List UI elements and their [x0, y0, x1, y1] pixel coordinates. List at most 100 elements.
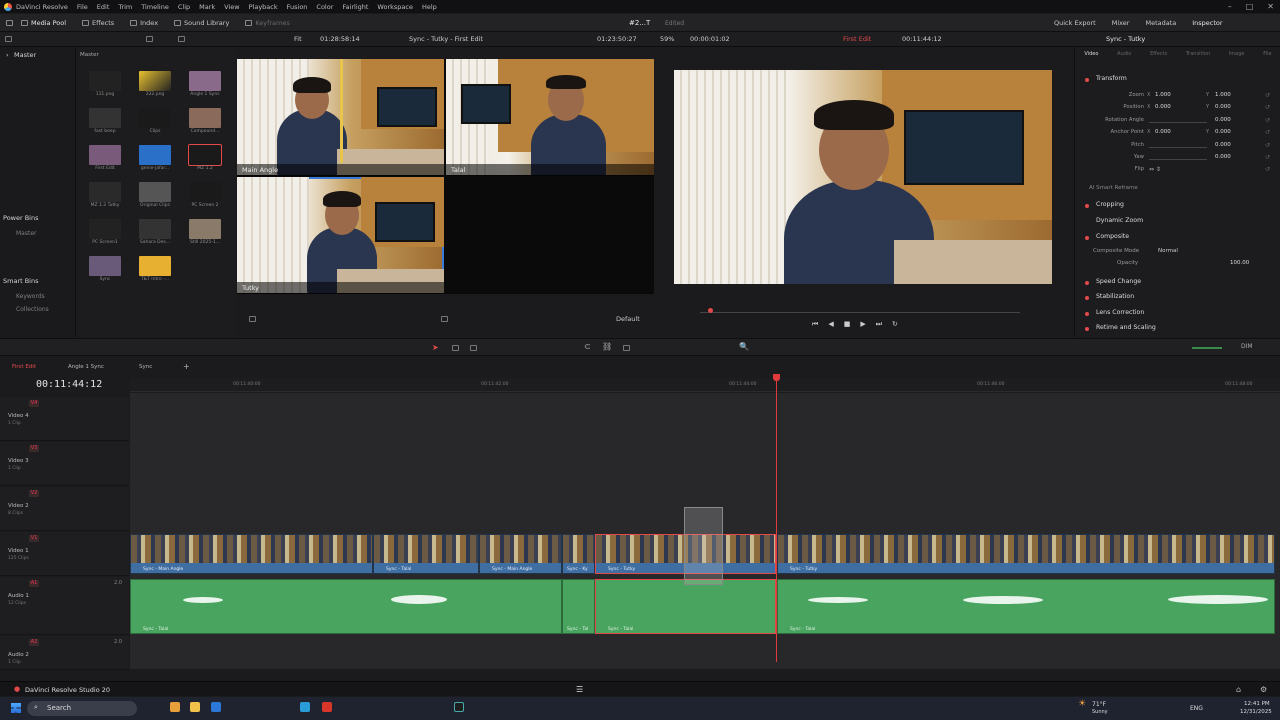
smart-bin-keywords[interactable]: Keywords: [16, 293, 45, 300]
store-icon[interactable]: [211, 702, 221, 712]
menu-fairlight[interactable]: Fairlight: [342, 3, 368, 11]
clock-date[interactable]: 12/31/2025: [1240, 709, 1272, 715]
reset-icon[interactable]: ↺: [1265, 117, 1270, 124]
go-to-end-icon[interactable]: ⏭: [876, 320, 882, 329]
pool-clip-thumbnail[interactable]: [89, 71, 121, 91]
section-enable-icon[interactable]: [1085, 204, 1089, 208]
inspector-section[interactable]: Speed Change: [1075, 278, 1280, 290]
inspector-tab-image[interactable]: Image: [1229, 51, 1245, 71]
effects-button[interactable]: Effects: [74, 14, 122, 32]
quick-export-button[interactable]: Quick Export: [1046, 14, 1104, 32]
section-enable-icon[interactable]: [1085, 312, 1089, 316]
reset-icon[interactable]: ↺: [1265, 166, 1270, 173]
grid-view-icon[interactable]: [146, 36, 153, 42]
fit-dropdown[interactable]: Fit: [294, 35, 302, 43]
menu-playback[interactable]: Playback: [249, 3, 278, 11]
inspector-tab-video[interactable]: Video: [1084, 51, 1098, 71]
y-value-field[interactable]: 0.000: [1215, 104, 1231, 110]
video-clip[interactable]: Sync - Main Angle: [130, 534, 373, 574]
video-clip[interactable]: Sync - Tutky: [777, 534, 1275, 574]
pool-clip-thumbnail[interactable]: [139, 71, 171, 91]
track-header-v1[interactable]: V1 Video 1 125 Clips: [0, 532, 129, 576]
x-value-field[interactable]: 0.000: [1155, 104, 1171, 110]
sound-library-button[interactable]: Sound Library: [166, 14, 237, 32]
weather-temp[interactable]: 71°F: [1092, 701, 1106, 708]
step-back-icon[interactable]: ◀: [828, 320, 833, 329]
value-field[interactable]: 0.000: [1215, 117, 1231, 123]
pool-clip-thumbnail[interactable]: [89, 182, 121, 202]
davinci-resolve-taskbar-icon[interactable]: [454, 702, 464, 712]
clock-time[interactable]: 12:41 PM: [1244, 701, 1270, 707]
viewer-options-icon[interactable]: [249, 316, 256, 322]
inspector-section[interactable]: Composite: [1075, 233, 1280, 245]
scrubber-playhead[interactable]: [708, 308, 713, 313]
chrome-icon[interactable]: [170, 702, 180, 712]
blade-tool-icon[interactable]: [470, 345, 477, 351]
inspector-tab-effects[interactable]: Effects: [1150, 51, 1167, 71]
menu-file[interactable]: File: [77, 3, 88, 11]
reset-icon[interactable]: ↺: [1265, 142, 1270, 149]
list-view-icon[interactable]: [5, 36, 12, 42]
track-header-v4[interactable]: V4 Video 4 1 Clip: [0, 397, 129, 441]
pool-clip-thumbnail[interactable]: [89, 145, 121, 165]
tab-first-edit[interactable]: First Edit: [12, 364, 36, 370]
inspector-section[interactable]: Lens Correction: [1075, 309, 1280, 321]
menu-mark[interactable]: Mark: [199, 3, 215, 11]
language-indicator[interactable]: ENG: [1190, 705, 1203, 712]
minimize-icon[interactable]: –: [1228, 2, 1232, 11]
selection-tool-icon[interactable]: ➤: [432, 343, 439, 352]
composite-mode-dropdown[interactable]: Normal: [1158, 248, 1178, 254]
metadata-button[interactable]: Metadata: [1137, 14, 1184, 32]
menu-fusion[interactable]: Fusion: [287, 3, 308, 11]
multicam-angle-talal[interactable]: [446, 59, 654, 175]
volume-slider[interactable]: [1192, 347, 1222, 349]
pool-clip-thumbnail[interactable]: [89, 108, 121, 128]
go-to-start-icon[interactable]: ⏮: [812, 320, 818, 329]
y-value-field[interactable]: 0.000: [1215, 129, 1231, 135]
reset-icon[interactable]: ↺: [1265, 92, 1270, 99]
inspector-section[interactable]: Cropping: [1075, 201, 1280, 213]
x-value-field[interactable]: 0.000: [1155, 129, 1171, 135]
power-bin-master[interactable]: Master: [16, 230, 37, 237]
inspector-tab-audio[interactable]: Audio: [1117, 51, 1131, 71]
brave-icon[interactable]: [322, 702, 332, 712]
value-field[interactable]: 0.000: [1215, 154, 1231, 160]
bin-master[interactable]: Master: [14, 51, 36, 59]
menu-view[interactable]: View: [224, 3, 239, 11]
opacity-value[interactable]: 100.00: [1230, 260, 1249, 266]
taskbar-search[interactable]: Search: [27, 701, 137, 716]
pool-clip-thumbnail[interactable]: [189, 182, 221, 202]
maximize-icon[interactable]: □: [1246, 2, 1254, 11]
menu-color[interactable]: Color: [316, 3, 333, 11]
zoom-level[interactable]: 59%: [660, 35, 674, 43]
menu-help[interactable]: Help: [422, 3, 437, 11]
pool-clip-thumbnail[interactable]: [189, 71, 221, 91]
track-header-v2[interactable]: V2 Video 2 8 Clips: [0, 487, 129, 531]
reset-icon[interactable]: ↺: [1265, 129, 1270, 136]
inspector-section[interactable]: AI Smart Reframe: [1075, 185, 1280, 197]
tab-angle-1-sync[interactable]: Angle 1 Sync: [68, 364, 104, 370]
transform-header[interactable]: Transform: [1096, 75, 1127, 82]
timeline-name[interactable]: First Edit: [843, 35, 871, 43]
track-header-a2[interactable]: A2 2.0 Audio 2 1 Clip: [0, 636, 129, 670]
x-value-field[interactable]: 1.000: [1155, 92, 1171, 98]
video-clip[interactable]: Sync - Ky: [562, 534, 595, 574]
snapping-icon[interactable]: ⊂: [584, 342, 591, 351]
audio-icon[interactable]: [441, 316, 448, 322]
flip-icon[interactable]: ⇔ ⇕: [1149, 166, 1161, 173]
video-clip[interactable]: Sync - Talal: [373, 534, 479, 574]
timeline-playhead[interactable]: [773, 374, 780, 662]
pool-clip-thumbnail[interactable]: [139, 145, 171, 165]
stop-icon[interactable]: ■: [844, 320, 851, 329]
app-icon[interactable]: [300, 702, 310, 712]
audio-clip[interactable]: Sync - Talal: [777, 579, 1275, 634]
value-field[interactable]: 0.000: [1215, 142, 1231, 148]
menu-trim[interactable]: Trim: [118, 3, 132, 11]
pool-clip-thumbnail[interactable]: [89, 219, 121, 239]
link-icon[interactable]: ⛓: [602, 342, 612, 351]
pool-clip-thumbnail[interactable]: [139, 108, 171, 128]
index-button[interactable]: Index: [122, 14, 166, 32]
menu-edit[interactable]: Edit: [97, 3, 110, 11]
trim-tool-icon[interactable]: [452, 345, 459, 351]
inspector-section[interactable]: Retime and Scaling: [1075, 324, 1280, 336]
